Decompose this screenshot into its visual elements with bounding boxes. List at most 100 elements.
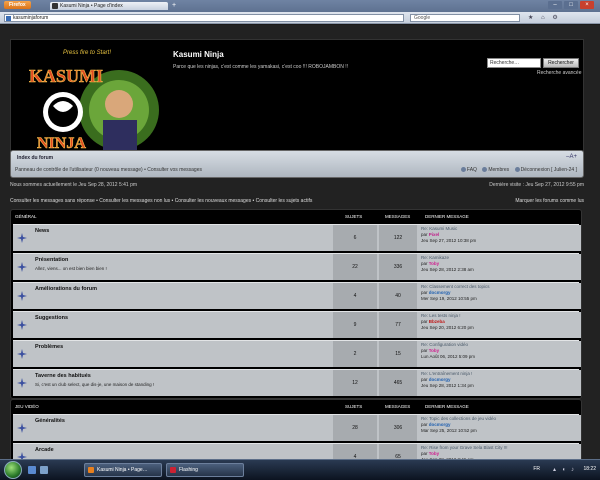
logout-link[interactable]: Déconnexion [ Julien-24 ] <box>521 167 577 173</box>
topics-column-header: SUJETS <box>345 404 363 409</box>
last-post-title-link[interactable]: Re: Kasumi Music <box>421 226 581 231</box>
posts-column-header: MESSAGES <box>385 214 411 219</box>
firefox-icon <box>88 467 94 473</box>
last-post-date: Mer Sep 19, 2012 10:55 pm <box>421 296 477 301</box>
taskbar-item-flashing[interactable]: Flashing <box>166 463 244 477</box>
last-post-author: par Pixel <box>421 232 581 237</box>
logo-tagline: Press fire to Start! <box>63 50 111 56</box>
post-count: 15 <box>379 341 417 367</box>
forum-navbar: Index du forum –A+ Panneau de contrôle d… <box>10 150 584 178</box>
by-label: par <box>421 451 429 456</box>
forum-info: Taverne des habitués Si, c'est un club se… <box>13 370 331 396</box>
logout-icon <box>514 167 520 173</box>
minimize-button[interactable]: – <box>548 1 562 9</box>
clock[interactable]: 18:22 <box>583 466 596 472</box>
topic-count: 12 <box>333 370 377 396</box>
font-size-icon[interactable]: –A+ <box>566 154 577 160</box>
forum-read-icon <box>17 291 27 301</box>
author-link[interactable]: Toby <box>429 348 439 353</box>
last-post-title-link[interactable]: Re: Rise from your Grave Sela Blast City… <box>421 445 581 450</box>
author-link[interactable]: Bbzeba <box>429 319 445 324</box>
forum-read-icon <box>17 423 27 433</box>
firefox-menu-button[interactable]: Firefox <box>4 1 31 9</box>
author-link[interactable]: docmorgy <box>429 422 451 427</box>
last-post-title-link[interactable]: Re: Topic des collections de jeu vidéo <box>421 416 581 421</box>
forum-description: Allez, viens... on est bien bien bien ! <box>35 266 107 271</box>
topic-count: 2 <box>333 341 377 367</box>
forum-title-link[interactable]: News <box>35 228 49 234</box>
forum-row: Améliorations du forum 4 40 Re: Classement … <box>13 282 581 309</box>
search-button[interactable]: Rechercher <box>543 58 579 68</box>
forum-read-icon <box>17 262 27 272</box>
forum-title-link[interactable]: Suggestions <box>35 315 68 321</box>
advanced-search-link[interactable]: Recherche avancée <box>537 70 581 76</box>
forum-title-link[interactable]: Taverne des habitués <box>35 373 91 379</box>
author-link[interactable]: Pixel <box>429 232 440 237</box>
last-post-author: par Bbzeba <box>421 319 581 324</box>
members-link[interactable]: Membres <box>488 167 509 173</box>
forum-page: Press fire to Start! KASUMI NINJA Kasumi… <box>0 25 600 473</box>
search-links: Consulter les messages sans réponse • Co… <box>10 198 584 204</box>
last-post-author: par docmorgy <box>421 377 581 382</box>
post-count: 40 <box>379 283 417 309</box>
language-indicator[interactable]: FR <box>533 466 540 472</box>
quick-launch-icon[interactable] <box>40 466 48 474</box>
forum-row: Taverne des habitués Si, c'est un club se… <box>13 369 581 396</box>
user-links[interactable]: Panneau de contrôle de l'utilisateur (0 … <box>15 167 202 173</box>
post-count: 306 <box>379 415 417 441</box>
author-link[interactable]: Toby <box>429 451 439 456</box>
category-title[interactable]: GÉNÉRAL <box>15 214 37 219</box>
post-count: 122 <box>379 225 417 251</box>
last-post-title-link[interactable]: Re: Kamikaze <box>421 255 581 260</box>
author-link[interactable]: docmorgy <box>429 377 451 382</box>
by-label: par <box>421 377 429 382</box>
index-link[interactable]: Index du forum <box>17 155 53 161</box>
last-post: Re: Classement correct des topics par doc… <box>419 283 581 309</box>
mark-forums-read-link[interactable]: Marquer les forums comme lus <box>515 198 584 204</box>
app-icon <box>170 467 176 473</box>
new-tab-button[interactable]: + <box>170 2 178 10</box>
last-post-title-link[interactable]: Re: Les tests ninja ! <box>421 313 581 318</box>
forum-row: Suggestions 9 77 Re: Les tests ninja ! par B… <box>13 311 581 338</box>
last-post-author: par docmorgy <box>421 422 581 427</box>
author-link[interactable]: Toby <box>429 261 439 266</box>
forum-read-icon <box>17 233 27 243</box>
forum-description: Si, c'est un club select, que dis-je, un… <box>35 382 155 387</box>
start-button[interactable] <box>4 461 22 479</box>
quick-search-links[interactable]: Consulter les messages sans réponse • Co… <box>10 198 312 204</box>
tray-icons[interactable]: ▴ ◖ ♪ <box>553 466 576 473</box>
quick-launch-icon[interactable] <box>28 466 36 474</box>
browser-tab[interactable]: Kasumi Ninja • Page d'index <box>50 2 168 10</box>
browser-toolbar: Firefox Kasumi Ninja • Page d'index + – … <box>0 0 600 24</box>
toolbar-icons[interactable]: ★ ⌂ ⚙ <box>528 14 561 21</box>
topic-count: 22 <box>333 254 377 280</box>
last-post-title-link[interactable]: Re: Classement correct des topics <box>421 284 581 289</box>
forum-title-link[interactable]: Présentation <box>35 257 68 263</box>
faq-link[interactable]: FAQ <box>467 167 477 173</box>
last-post-date: Jeu Sep 20, 2012 6:20 pm <box>421 325 474 330</box>
topic-count: 28 <box>333 415 377 441</box>
browser-search-field[interactable]: Google <box>410 14 520 22</box>
last-post-author: par Toby <box>421 261 581 266</box>
forum-title-link[interactable]: Arcade <box>35 447 54 453</box>
last-post-author: par docmorgy <box>421 290 581 295</box>
last-post-title-link[interactable]: Re: L'entraînement ninja ! <box>421 371 581 376</box>
close-window-button[interactable]: × <box>580 1 594 9</box>
forum-info: News <box>13 225 331 251</box>
forum-title-link[interactable]: Problèmes <box>35 344 63 350</box>
favicon-icon <box>52 3 58 9</box>
category-title[interactable]: JEU VIDÉO <box>15 404 39 409</box>
author-link[interactable]: docmorgy <box>429 290 451 295</box>
last-post-date: Jeu Sep 28, 2012 2:38 am <box>421 267 474 272</box>
forum-title-link[interactable]: Améliorations du forum <box>35 286 97 292</box>
address-bar[interactable]: kasuminjaforum <box>4 14 404 22</box>
forum-search-input[interactable]: Recherche… <box>487 58 541 68</box>
maximize-button[interactable]: □ <box>564 1 578 9</box>
forum-title-link[interactable]: Généralités <box>35 418 65 424</box>
post-count: 77 <box>379 312 417 338</box>
by-label: par <box>421 319 429 324</box>
taskbar-item-browser[interactable]: Kasumi Ninja • Page… <box>84 463 162 477</box>
last-post-title-link[interactable]: Re: Configuration vidéo <box>421 342 581 347</box>
by-label: par <box>421 261 429 266</box>
tab-title: Kasumi Ninja • Page d'index <box>60 3 123 9</box>
